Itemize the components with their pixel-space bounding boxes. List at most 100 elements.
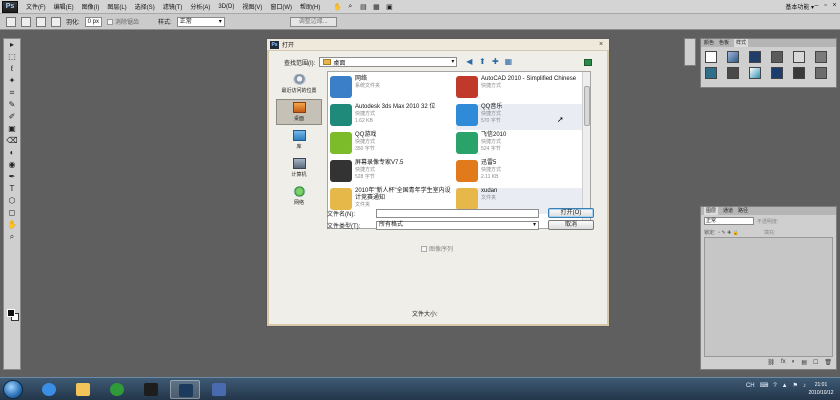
- lasso-tool-icon[interactable]: ℓ: [4, 63, 20, 75]
- hand-tool-icon[interactable]: ✋: [4, 219, 20, 231]
- taskbar-app-explorer[interactable]: [68, 380, 98, 399]
- taskbar-app-photoshop[interactable]: [170, 380, 200, 399]
- style-swatch[interactable]: [705, 51, 717, 63]
- link-layers-icon[interactable]: ⛓: [767, 359, 775, 369]
- subtract-selection-icon[interactable]: [51, 16, 61, 27]
- style-swatch[interactable]: [793, 51, 805, 63]
- show-hidden-icons-icon[interactable]: ▲: [782, 383, 788, 389]
- path-select-tool-icon[interactable]: ⬡: [4, 195, 20, 207]
- file-item[interactable]: 屏幕录像专家V7.5 快捷方式 528 字节: [330, 160, 458, 186]
- menu-help[interactable]: 帮助(H): [296, 2, 324, 11]
- style-swatch[interactable]: [771, 67, 783, 79]
- file-item[interactable]: QQ音乐 快捷方式 570 字节: [456, 104, 584, 130]
- zoom-tool-icon[interactable]: ⌕: [345, 2, 355, 11]
- taskbar-app-other[interactable]: [204, 380, 234, 399]
- menu-window[interactable]: 窗口(W): [266, 2, 296, 11]
- taskbar-app-media[interactable]: [102, 380, 132, 399]
- action-center-icon[interactable]: ⚑: [793, 382, 798, 389]
- place-library[interactable]: 库: [276, 127, 322, 153]
- eyedropper-tool-icon[interactable]: ✎: [4, 99, 20, 111]
- stamp-tool-icon[interactable]: ▣: [4, 123, 20, 135]
- place-desktop[interactable]: 桌面: [276, 99, 322, 125]
- arrange-icon[interactable]: ▦: [371, 2, 381, 11]
- place-recent[interactable]: 最近访问的位置: [276, 71, 322, 97]
- screen-mode-icon[interactable]: ▣: [384, 2, 394, 11]
- trash-icon[interactable]: 🗑: [824, 359, 832, 369]
- style-swatch[interactable]: [815, 67, 827, 79]
- menu-layer[interactable]: 图层(L): [103, 2, 130, 11]
- magic-wand-tool-icon[interactable]: ✦: [4, 75, 20, 87]
- file-item[interactable]: 飞信2010 快捷方式 524 字节: [456, 132, 584, 158]
- view-menu-icon[interactable]: ▦: [503, 57, 513, 67]
- style-swatch[interactable]: [727, 67, 739, 79]
- marquee-tool-preset-icon[interactable]: [6, 16, 16, 27]
- refine-edge-button[interactable]: 调整边缘...: [289, 16, 337, 27]
- menu-image[interactable]: 图像(I): [78, 2, 104, 11]
- filename-input[interactable]: [376, 209, 539, 218]
- crop-tool-icon[interactable]: ⌗: [4, 87, 20, 99]
- menu-file[interactable]: 文件(F): [22, 2, 50, 11]
- look-in-select[interactable]: 桌面: [319, 57, 458, 67]
- file-item[interactable]: 迅雷5 快捷方式 2.11 KB: [456, 160, 584, 186]
- eraser-tool-icon[interactable]: ⌫: [4, 135, 20, 147]
- style-swatch[interactable]: [771, 51, 783, 63]
- style-swatch[interactable]: [749, 51, 761, 63]
- file-item[interactable]: 网络 系统文件夹: [330, 76, 458, 102]
- scroll-thumb[interactable]: [584, 86, 590, 126]
- tab-paths[interactable]: 路径: [738, 207, 748, 215]
- zoom-tool-icon[interactable]: ⌕: [4, 231, 20, 243]
- dodge-tool-icon[interactable]: ◉: [4, 159, 20, 171]
- brush-tool-icon[interactable]: ✐: [4, 111, 20, 123]
- layer-style-icon[interactable]: fx: [781, 359, 786, 369]
- place-computer[interactable]: 计算机: [276, 155, 322, 181]
- style-swatch[interactable]: [727, 51, 739, 63]
- foreground-color-swatch[interactable]: [7, 309, 15, 317]
- taskbar-app-player[interactable]: [136, 380, 166, 399]
- menu-select[interactable]: 选择(S): [131, 2, 159, 11]
- menu-filter[interactable]: 滤镜(T): [159, 2, 187, 11]
- tab-channels[interactable]: 通道: [723, 207, 733, 215]
- file-item[interactable]: AutoCAD 2010 - Simplified Chinese 快捷方式: [456, 76, 584, 102]
- new-layer-icon[interactable]: ☐: [813, 359, 818, 369]
- hand-tool-icon[interactable]: ✋: [332, 2, 342, 11]
- pen-tool-icon[interactable]: ✒: [4, 171, 20, 183]
- style-swatch[interactable]: [705, 67, 717, 79]
- tab-swatches[interactable]: 色板: [719, 39, 729, 47]
- taskbar-app-ie[interactable]: [34, 380, 64, 399]
- open-button[interactable]: 打开(O): [548, 208, 594, 218]
- file-item[interactable]: Autodesk 3ds Max 2010 32 位快捷方式 1.62 KB: [330, 104, 458, 130]
- filetype-select[interactable]: 所有格式: [376, 221, 539, 230]
- zoom-level-icon[interactable]: ▤: [358, 2, 368, 11]
- move-tool-icon[interactable]: ▸: [4, 39, 20, 51]
- menu-edit[interactable]: 编辑(E): [50, 2, 78, 11]
- system-clock[interactable]: 21:01 2010/10/12: [806, 381, 836, 397]
- language-indicator[interactable]: CH: [746, 383, 755, 389]
- cancel-button[interactable]: 取消: [548, 220, 594, 230]
- bridge-icon[interactable]: [584, 59, 592, 66]
- blend-mode-select[interactable]: 正常: [704, 217, 754, 225]
- marquee-tool-icon[interactable]: ⬚: [4, 51, 20, 63]
- file-item[interactable]: QQ游戏 快捷方式 350 字节: [330, 132, 458, 158]
- minimize-icon[interactable]: –: [813, 2, 820, 10]
- keyboard-icon[interactable]: ⌨: [760, 382, 769, 389]
- collapsed-panels[interactable]: [684, 38, 696, 66]
- tab-layers[interactable]: 图层: [704, 207, 719, 215]
- tab-styles[interactable]: 样式: [734, 39, 749, 47]
- dialog-close-icon[interactable]: ×: [596, 41, 606, 49]
- type-tool-icon[interactable]: T: [4, 183, 20, 195]
- new-folder-icon[interactable]: ✚: [490, 57, 500, 67]
- feather-input[interactable]: 0 px: [84, 16, 103, 27]
- add-selection-icon[interactable]: [36, 16, 46, 27]
- style-swatch[interactable]: [793, 67, 805, 79]
- image-sequence-checkbox[interactable]: 图像序列: [421, 244, 453, 253]
- up-folder-icon[interactable]: ⬆: [477, 57, 487, 67]
- layers-list[interactable]: [704, 237, 833, 357]
- style-swatch[interactable]: [749, 67, 761, 79]
- file-list-scrollbar[interactable]: [582, 72, 590, 228]
- adjustment-layer-icon[interactable]: ◐: [792, 359, 796, 369]
- gradient-tool-icon[interactable]: ◐: [4, 147, 20, 159]
- style-select[interactable]: 正常: [176, 16, 225, 27]
- lock-icons[interactable]: ▫ ✎ ✚ 🔒: [718, 230, 739, 236]
- workspace-switcher[interactable]: 基本功能 ▾: [785, 2, 814, 11]
- menu-analysis[interactable]: 分析(A): [186, 2, 214, 11]
